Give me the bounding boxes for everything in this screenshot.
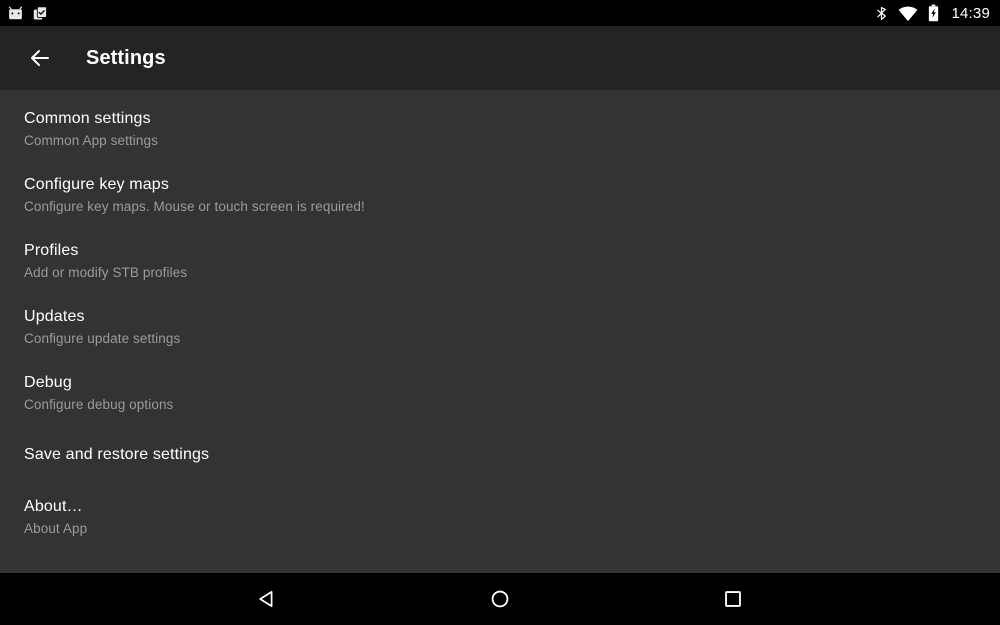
- list-item-subtitle: About App: [24, 521, 88, 536]
- android-settings-screen: 14:39 Settings Common settings Common Ap…: [0, 0, 1000, 625]
- nav-recents-icon[interactable]: [706, 573, 760, 625]
- status-bar: 14:39: [0, 0, 1000, 26]
- page-title: Settings: [86, 46, 166, 69]
- list-item-title: Debug: [24, 374, 72, 391]
- list-item-title: Save and restore settings: [24, 446, 210, 463]
- settings-item-save-and-restore-settings[interactable]: Save and restore settings: [0, 438, 1000, 472]
- list-item-subtitle: Common App settings: [24, 133, 158, 148]
- status-bar-clock: 14:39: [951, 4, 990, 22]
- list-item-title: Configure key maps: [24, 176, 169, 193]
- settings-item-profiles[interactable]: Profiles Add or modify STB profiles: [0, 234, 1000, 288]
- list-item-title: About…: [24, 498, 83, 515]
- battery-charging-icon: [927, 4, 940, 22]
- status-bar-notification-icons: [7, 5, 49, 22]
- settings-item-updates[interactable]: Updates Configure update settings: [0, 300, 1000, 354]
- settings-item-common-settings[interactable]: Common settings Common App settings: [0, 102, 1000, 156]
- clipboard-check-icon: [32, 5, 49, 22]
- bluetooth-icon: [874, 5, 889, 22]
- list-item-title: Common settings: [24, 110, 151, 127]
- nav-back-icon[interactable]: [240, 573, 294, 625]
- list-item-subtitle: Configure debug options: [24, 397, 174, 412]
- list-item-subtitle: Add or modify STB profiles: [24, 265, 188, 280]
- list-item-title: Profiles: [24, 242, 79, 259]
- android-navigation-bar: [0, 573, 1000, 625]
- app-toolbar: Settings: [0, 26, 1000, 90]
- wifi-icon: [898, 5, 918, 22]
- settings-item-debug[interactable]: Debug Configure debug options: [0, 366, 1000, 420]
- settings-item-configure-key-maps[interactable]: Configure key maps Configure key maps. M…: [0, 168, 1000, 222]
- list-item-subtitle: Configure update settings: [24, 331, 181, 346]
- settings-item-about[interactable]: About… About App: [0, 490, 1000, 544]
- nav-home-icon[interactable]: [473, 573, 527, 625]
- list-item-subtitle: Configure key maps. Mouse or touch scree…: [24, 199, 365, 214]
- settings-list: Common settings Common App settings Conf…: [0, 90, 1000, 573]
- android-head-icon: [7, 5, 24, 22]
- list-item-title: Updates: [24, 308, 85, 325]
- arrow-back-icon[interactable]: [22, 40, 58, 76]
- status-bar-system-icons: 14:39: [874, 4, 990, 22]
